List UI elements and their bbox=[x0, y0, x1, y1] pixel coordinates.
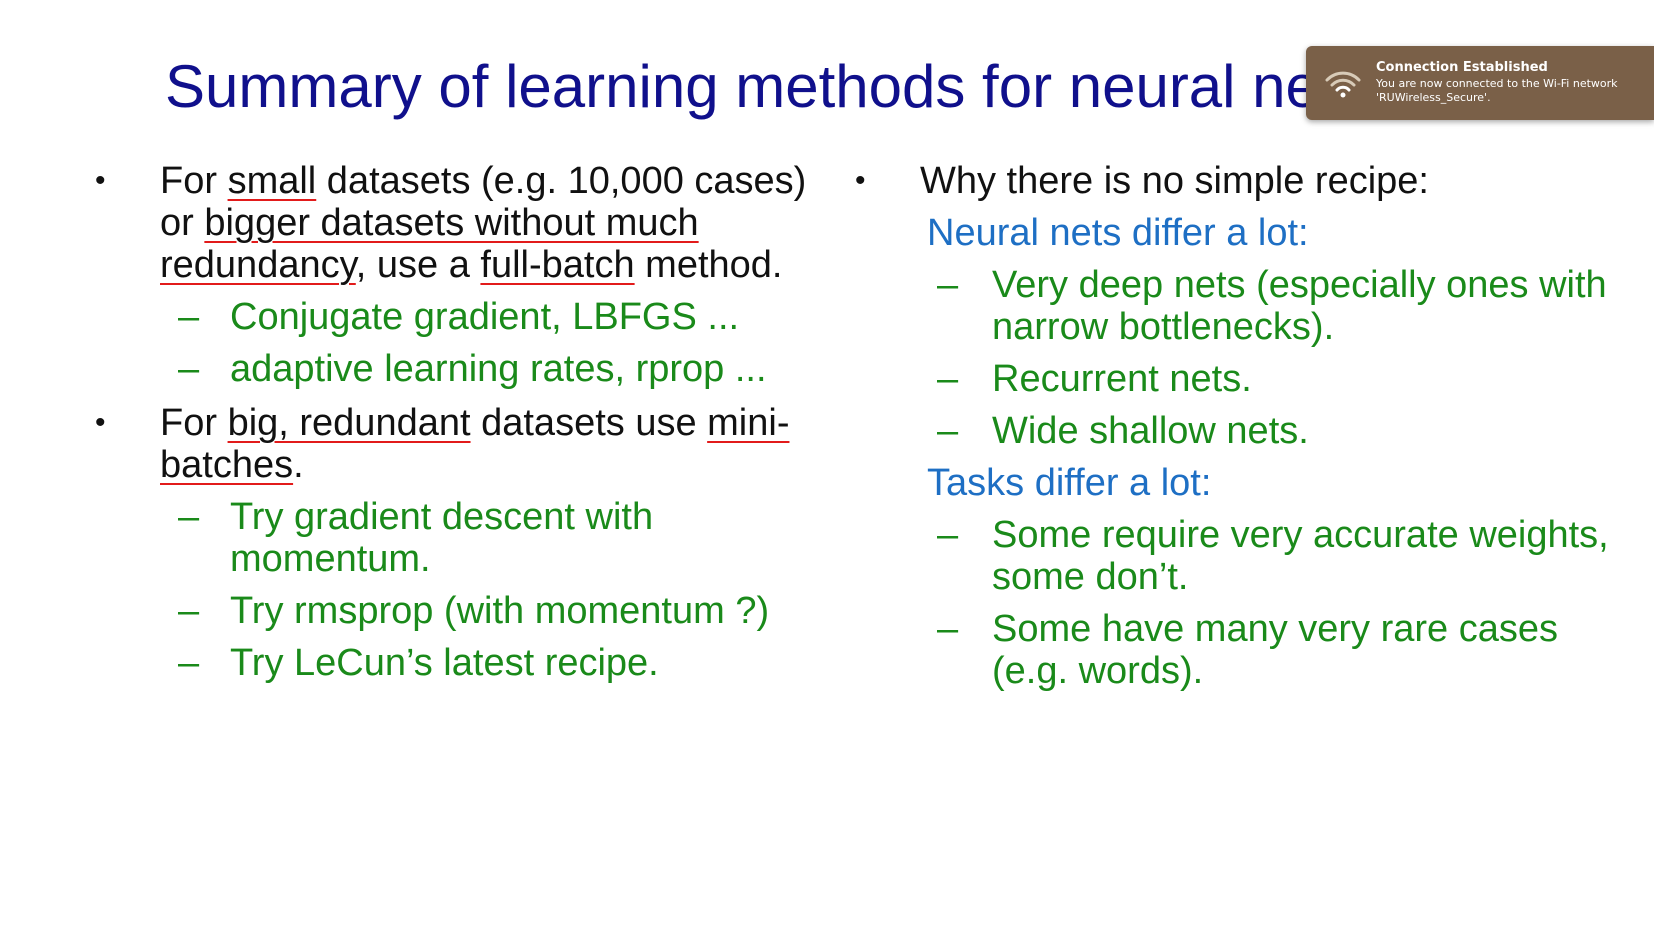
right-column: • Why there is no simple recipe: Neural … bbox=[855, 160, 1615, 692]
bullet-no-simple-recipe: • Why there is no simple recipe: bbox=[855, 160, 1615, 202]
bullet-text: method. bbox=[634, 244, 783, 286]
bullet-small-datasets: • For small datasets (e.g. 10,000 cases)… bbox=[95, 160, 835, 286]
dash-marker: – bbox=[178, 348, 200, 390]
notification-title: Connection Established bbox=[1376, 60, 1548, 75]
sub-item: – adaptive learning rates, rprop ... bbox=[95, 348, 835, 390]
sub-item-text: Try rmsprop (with momentum ?) bbox=[230, 590, 770, 632]
notification-body: You are now connected to the Wi-Fi netwo… bbox=[1376, 77, 1618, 104]
bullet-big-datasets: • For big, redundant datasets use mini-b… bbox=[95, 402, 835, 486]
sub-item: – Try LeCun’s latest recipe. bbox=[95, 642, 835, 684]
dash-marker: – bbox=[178, 496, 200, 538]
sub-item: – Some require very accurate weights, so… bbox=[855, 514, 1615, 598]
sub-item: – Very deep nets (especially ones with n… bbox=[855, 264, 1615, 348]
sub-item-text: adaptive learning rates, rprop ... bbox=[230, 348, 767, 390]
bullet-marker: • bbox=[95, 164, 106, 197]
section-heading-tasks: Tasks differ a lot: bbox=[927, 462, 1212, 504]
sub-item-text: Conjugate gradient, LBFGS ... bbox=[230, 296, 740, 338]
bullet-text: Why there is no simple recipe: bbox=[920, 160, 1429, 202]
left-column: • For small datasets (e.g. 10,000 cases)… bbox=[95, 160, 835, 684]
dash-marker: – bbox=[937, 608, 959, 650]
dash-marker: – bbox=[937, 410, 959, 452]
sub-item: – Wide shallow nets. bbox=[855, 410, 1615, 452]
dash-marker: – bbox=[178, 590, 200, 632]
wifi-notification[interactable]: Connection Established You are now conne… bbox=[1306, 46, 1654, 120]
sub-item: – Try rmsprop (with momentum ?) bbox=[95, 590, 835, 632]
underlined-term: small bbox=[227, 160, 317, 202]
underlined-term: full-batch bbox=[480, 244, 635, 286]
bullet-marker: • bbox=[855, 164, 866, 197]
dash-marker: – bbox=[937, 264, 959, 306]
section-heading-neural-nets: Neural nets differ a lot: bbox=[927, 212, 1309, 254]
dash-marker: – bbox=[937, 514, 959, 556]
sub-item: – Some have many very rare cases (e.g. w… bbox=[855, 608, 1615, 692]
sub-item: – Try gradient descent with momentum. bbox=[95, 496, 835, 580]
slide-title: Summary of learning methods for neural n… bbox=[165, 53, 1493, 120]
bullet-text: datasets use bbox=[470, 402, 708, 444]
underlined-term: big, redundant bbox=[227, 402, 471, 444]
dash-marker: – bbox=[178, 296, 200, 338]
sub-item-text: Some have many very rare cases (e.g. wor… bbox=[992, 608, 1559, 692]
sub-item-text: Recurrent nets. bbox=[992, 358, 1252, 400]
sub-item-text: Try LeCun’s latest recipe. bbox=[230, 642, 659, 684]
bullet-text: For bbox=[160, 402, 228, 444]
sub-item: – Recurrent nets. bbox=[855, 358, 1615, 400]
sub-item-text: Some require very accurate weights, some… bbox=[992, 514, 1609, 598]
sub-item: – Conjugate gradient, LBFGS ... bbox=[95, 296, 835, 338]
sub-item-text: Very deep nets (especially ones with nar… bbox=[992, 264, 1607, 348]
wifi-icon bbox=[1325, 71, 1361, 98]
bullet-marker: • bbox=[95, 406, 106, 439]
dash-marker: – bbox=[937, 358, 959, 400]
bullet-text: For bbox=[160, 160, 228, 202]
dash-marker: – bbox=[178, 642, 200, 684]
sub-item-text: Try gradient descent with momentum. bbox=[230, 496, 654, 580]
bullet-text: , use a bbox=[355, 244, 481, 286]
bullet-text: . bbox=[293, 444, 304, 486]
sub-item-text: Wide shallow nets. bbox=[992, 410, 1309, 452]
